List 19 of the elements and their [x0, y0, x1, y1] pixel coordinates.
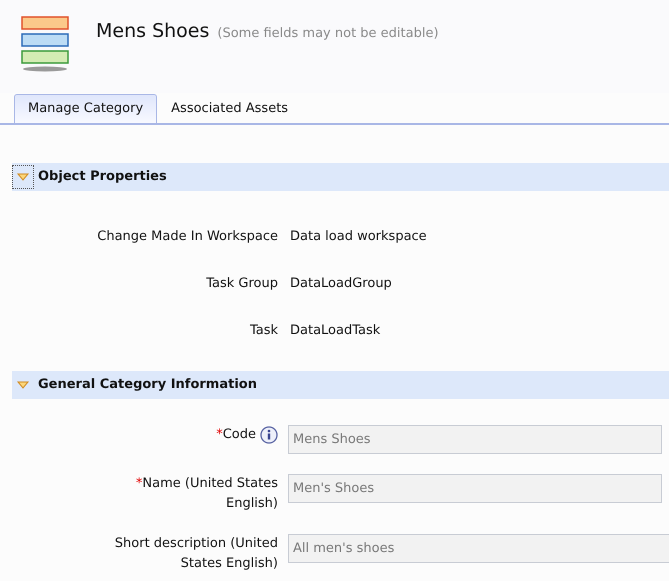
collapse-toggle[interactable] — [12, 165, 34, 189]
field-label: *Code — [216, 426, 256, 444]
tab[interactable]: Associated Assets — [157, 94, 302, 123]
field-label: *Name (United States English) — [134, 475, 278, 513]
field-label: Short description (United States English) — [114, 535, 278, 573]
section-title: General Category Information — [38, 376, 257, 394]
field-label: Task — [250, 322, 278, 340]
section-title: Object Properties — [38, 168, 167, 186]
property-value: DataLoadGroup — [290, 275, 392, 293]
stacked-layers-icon — [20, 16, 72, 72]
page-title: Mens Shoes — [96, 19, 210, 44]
property-value: DataLoadTask — [290, 322, 380, 340]
tab[interactable]: Manage Category — [14, 94, 158, 123]
property-value: Data load workspace — [290, 228, 427, 246]
triangle-icon — [16, 379, 30, 391]
triangle-icon — [16, 171, 30, 183]
title-note: (Some fields may not be editable) — [217, 25, 439, 43]
field-label: Task Group — [206, 275, 278, 293]
field-label: Change Made In Workspace — [97, 228, 278, 246]
